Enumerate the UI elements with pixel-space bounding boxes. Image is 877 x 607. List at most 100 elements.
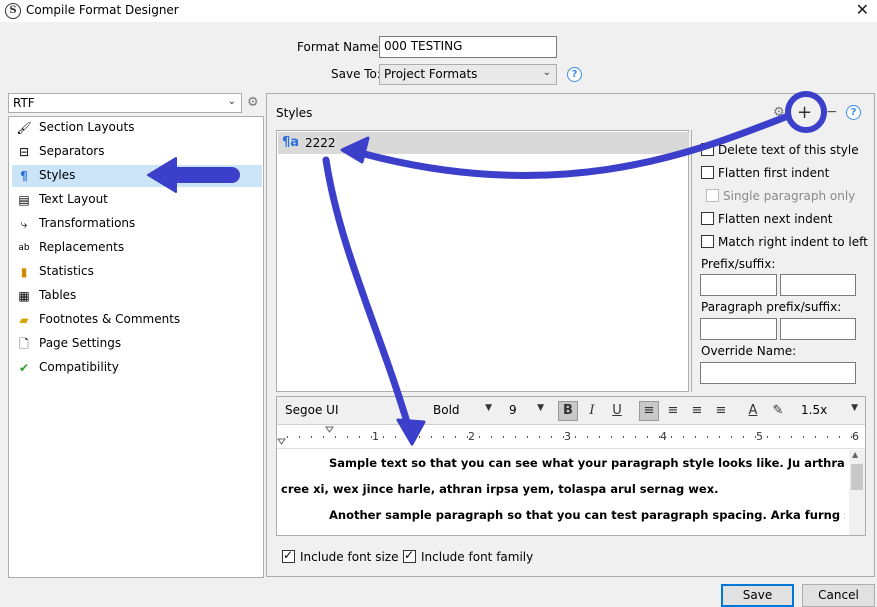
suffix-input[interactable]	[780, 274, 856, 296]
single-paragraph-checkbox[interactable]	[706, 189, 719, 202]
save-button[interactable]: Save	[721, 584, 794, 607]
sidebar-item-label: Text Layout	[39, 192, 108, 206]
format-toolbar: Segoe UI Bold ▼ 9 ▼ B I U ≡ ≡ ≡ ≡ A ✎ 1.…	[277, 397, 865, 425]
format-name-label: Format Name:	[297, 40, 383, 54]
sidebar-item-transformations[interactable]: ⤷ Transformations	[12, 213, 262, 235]
cancel-button[interactable]: Cancel	[802, 584, 875, 607]
align-justify-icon[interactable]: ≡	[687, 401, 707, 421]
bar-chart-icon: ▮	[20, 265, 28, 279]
font-family-select[interactable]: Segoe UI	[281, 401, 401, 421]
ruler-tick	[335, 436, 336, 438]
sidebar-item-separators[interactable]: ⊟ Separators	[12, 141, 262, 163]
include-font-family-checkbox[interactable]	[403, 548, 416, 563]
sidebar-item-label: Statistics	[39, 264, 94, 278]
ruler-tick	[719, 436, 720, 438]
align-left-icon[interactable]: ≡	[639, 401, 659, 421]
save-to-value: Project Formats	[384, 67, 478, 81]
sidebar-item-section-layouts[interactable]: 🖌 Section Layouts	[12, 117, 262, 139]
ruler-number: 6	[852, 430, 859, 443]
flatten-first-indent-checkbox[interactable]	[701, 166, 714, 179]
ruler-ticks	[277, 426, 852, 445]
ruler-tick	[647, 436, 648, 438]
help-icon[interactable]: ?	[567, 67, 582, 82]
sidebar-item-styles[interactable]: ¶ Styles	[12, 165, 262, 187]
sample-text[interactable]: Sample text so that you can see what you…	[277, 450, 849, 535]
close-icon[interactable]: ✕	[856, 0, 869, 20]
sidebar-item-replacements[interactable]: ab Replacements	[12, 237, 262, 259]
ruler-number: 5	[756, 430, 763, 443]
sidebar-item-page-settings[interactable]: 🗋 Page Settings	[12, 333, 262, 355]
delete-text-checkbox[interactable]	[701, 143, 714, 156]
ruler-tick	[455, 436, 456, 438]
paragraph-prefix-suffix-label: Paragraph prefix/suffix:	[701, 300, 842, 314]
add-style-icon[interactable]: +	[797, 102, 812, 123]
override-name-label: Override Name:	[701, 344, 797, 358]
underline-button[interactable]: U	[607, 401, 627, 421]
text-layout-icon: ▤	[18, 193, 30, 207]
ruler-tick	[731, 436, 732, 438]
sidebar-item-footnotes-comments[interactable]: ▰ Footnotes & Comments	[12, 309, 262, 331]
ruler-tick	[491, 436, 492, 438]
gear-icon[interactable]: ⚙	[773, 106, 785, 120]
output-format-select[interactable]: RTF ⌄	[8, 93, 242, 113]
help-icon[interactable]: ?	[846, 105, 861, 120]
ruler-tick	[323, 436, 324, 438]
font-size-select[interactable]: 9 ▼	[505, 401, 547, 421]
ruler-number: 1	[372, 430, 379, 443]
text-color-icon[interactable]: A	[743, 401, 763, 421]
match-right-indent-checkbox[interactable]	[701, 235, 714, 248]
sidebar-item-tables[interactable]: ▦ Tables	[12, 285, 262, 307]
ruler-tick	[635, 436, 636, 438]
chevron-down-icon: ▼	[485, 403, 492, 413]
ruler[interactable]: 1 2 3 4 5 6	[277, 425, 865, 449]
sidebar-item-statistics[interactable]: ▮ Statistics	[12, 261, 262, 283]
sidebar-pane: 🖌 Section Layouts ⊟ Separators ¶ Styles …	[8, 116, 264, 578]
font-weight-select[interactable]: Bold ▼	[429, 401, 495, 421]
italic-button[interactable]: I	[582, 401, 602, 421]
scroll-up-icon[interactable]: ▲	[852, 450, 858, 459]
bold-button[interactable]: B	[558, 401, 578, 421]
ruler-tick	[707, 436, 708, 438]
highlight-icon[interactable]: ✎	[768, 401, 788, 421]
flatten-next-indent-label: Flatten next indent	[718, 212, 833, 226]
prefix-input[interactable]	[700, 274, 777, 296]
ruler-tick	[827, 436, 828, 438]
ruler-tick	[419, 436, 420, 438]
align-right-icon[interactable]: ≡	[711, 401, 731, 421]
ruler-tick	[527, 436, 528, 438]
list-item[interactable]: ¶a 2222	[278, 132, 689, 154]
override-name-input[interactable]	[700, 362, 856, 384]
ruler-tick	[743, 436, 744, 438]
style-name: 2222	[305, 136, 336, 150]
sidebar-item-text-layout[interactable]: ▤ Text Layout	[12, 189, 262, 211]
ruler-number: 4	[660, 430, 667, 443]
line-spacing-select[interactable]: 1.5x ▼	[797, 401, 861, 421]
include-font-size-checkbox[interactable]	[282, 548, 295, 563]
ruler-tick	[599, 436, 600, 438]
format-name-input[interactable]: 000 TESTING	[379, 36, 557, 58]
ruler-tick	[623, 436, 624, 438]
match-right-indent-label: Match right indent to left	[718, 235, 868, 249]
ruler-tick	[443, 436, 444, 438]
font-weight-value: Bold	[433, 403, 460, 417]
scrollbar-thumb[interactable]	[851, 464, 863, 490]
chevron-down-icon: ⌄	[227, 96, 236, 107]
sidebar-item-label: Replacements	[39, 240, 125, 254]
vertical-scrollbar[interactable]: ▲	[849, 450, 865, 535]
paragraph-prefix-input[interactable]	[700, 318, 777, 340]
ruler-tick	[479, 436, 480, 438]
flatten-next-indent-checkbox[interactable]	[701, 212, 714, 225]
remove-style-icon[interactable]: −	[826, 104, 838, 120]
sample-paragraph: Sample text so that you can see what you…	[329, 456, 845, 470]
align-center-icon[interactable]: ≡	[663, 401, 683, 421]
sidebar-item-label: Section Layouts	[39, 120, 135, 134]
sidebar-item-compatibility[interactable]: ✔ Compatibility	[12, 357, 262, 379]
compatibility-icon: ✔	[18, 361, 30, 375]
table-icon: ▦	[18, 289, 30, 303]
paragraph-suffix-input[interactable]	[780, 318, 856, 340]
include-font-size-label: Include font size	[300, 550, 399, 564]
save-to-select[interactable]: Project Formats ⌄	[379, 64, 557, 85]
gear-icon[interactable]: ⚙	[247, 96, 259, 110]
delete-text-label: Delete text of this style	[718, 143, 859, 157]
ruler-tick	[587, 436, 588, 438]
